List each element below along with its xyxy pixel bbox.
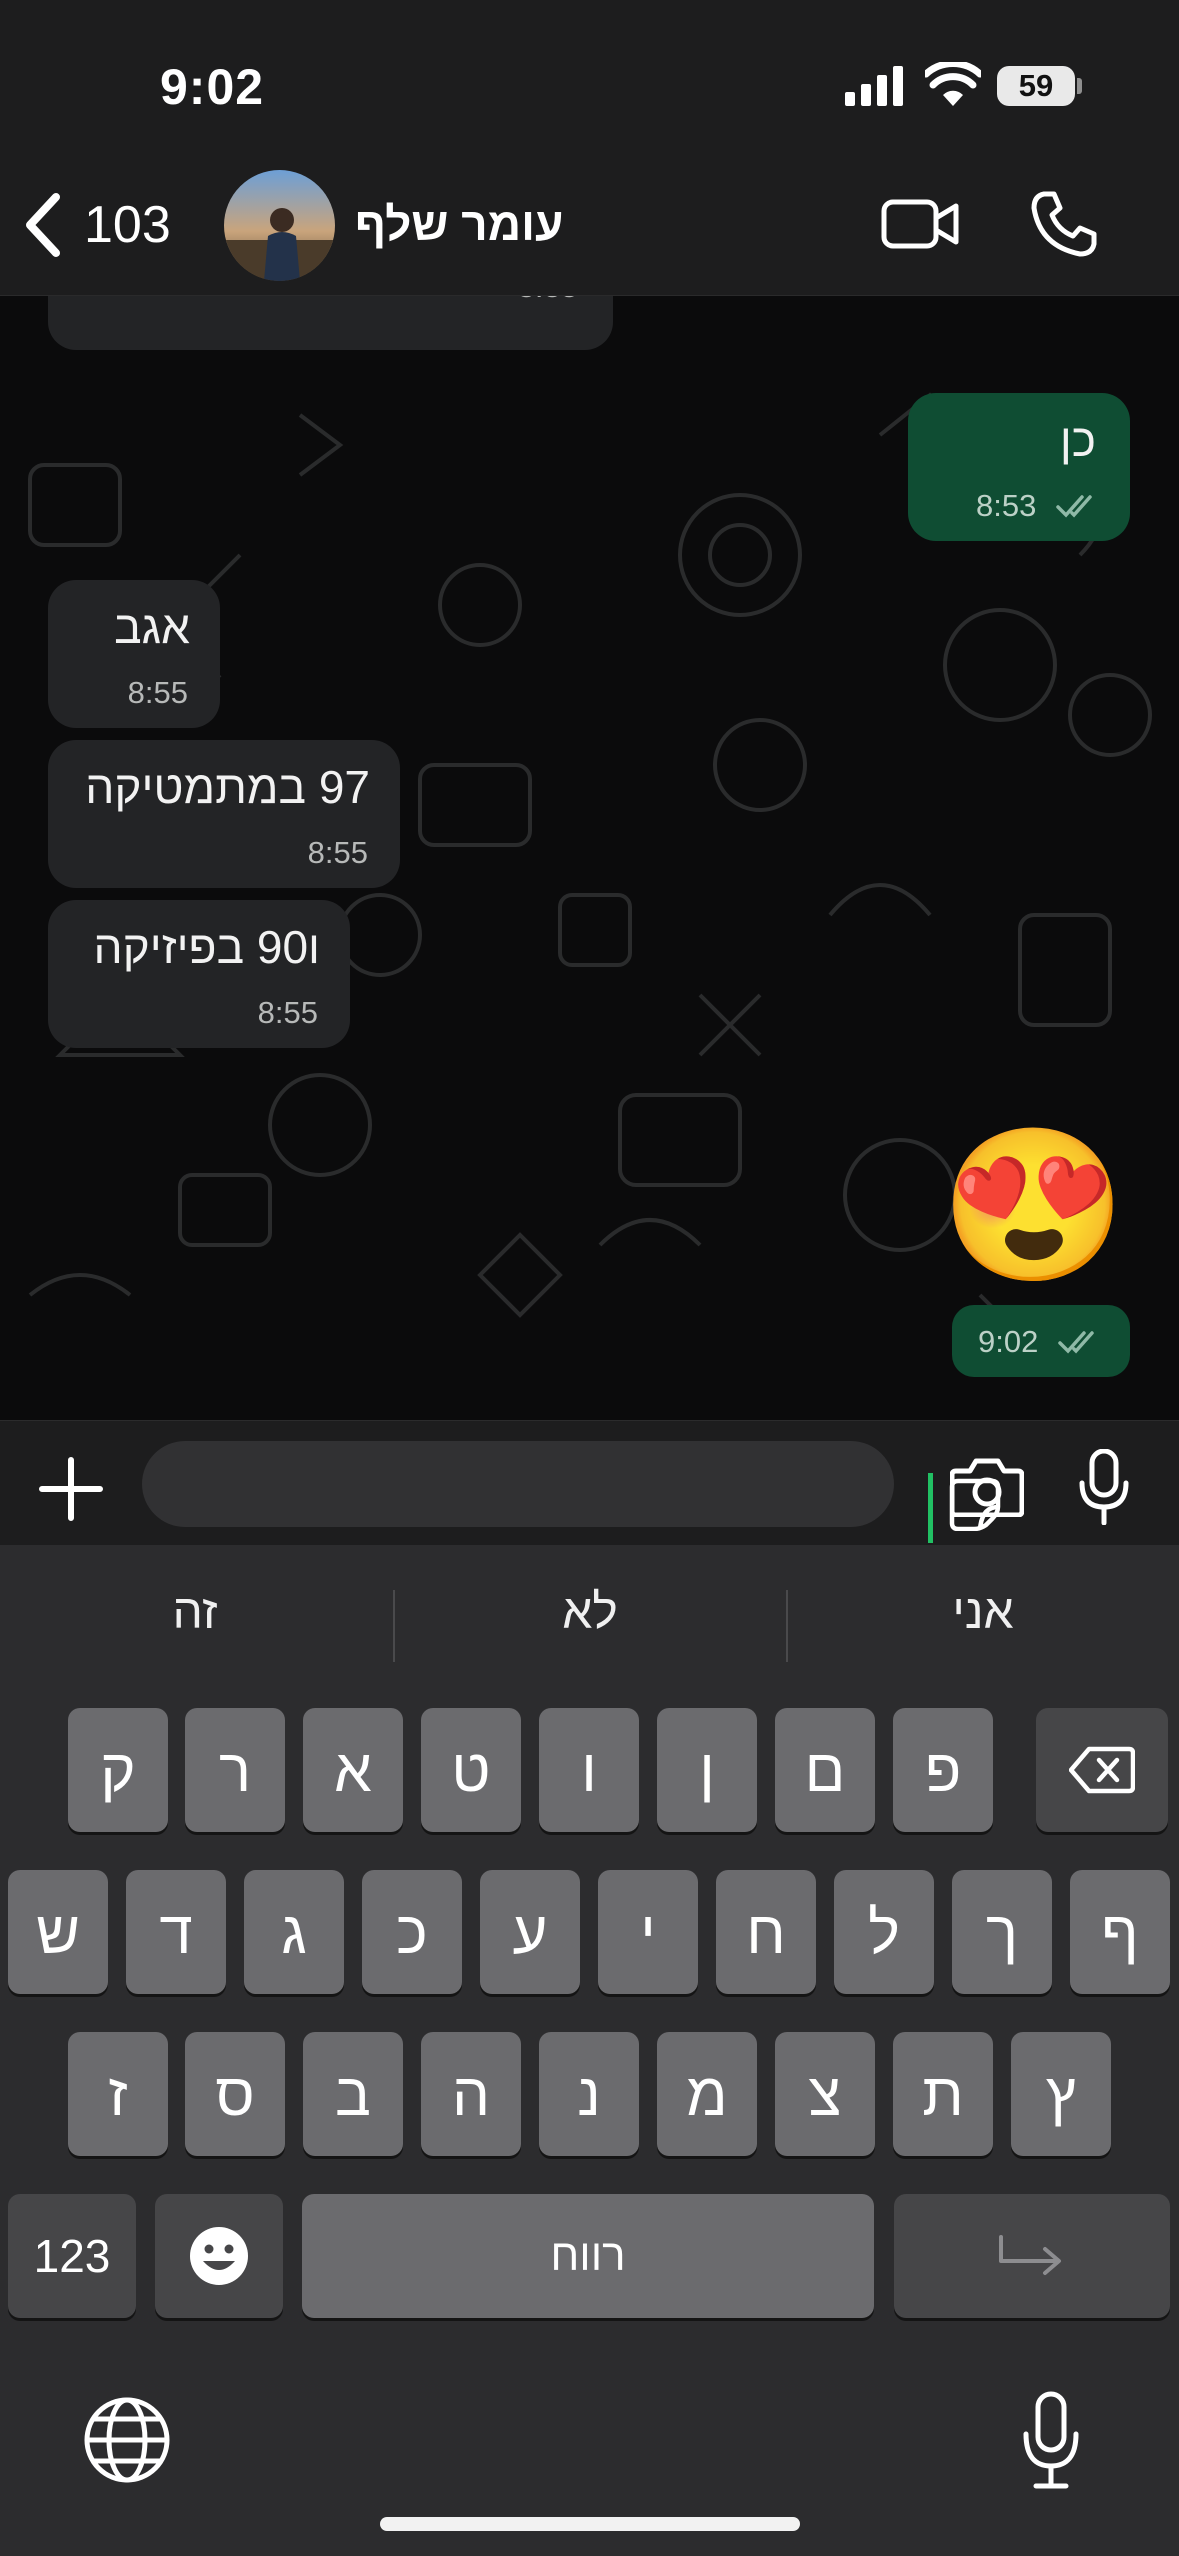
plus-icon[interactable]	[38, 1456, 104, 1522]
text-caret	[928, 1473, 933, 1543]
letter-key[interactable]: ל	[834, 1870, 934, 1994]
letter-key[interactable]: ג	[244, 1870, 344, 1994]
message-text: כן	[1059, 414, 1096, 466]
message-composer	[0, 1420, 1179, 1546]
battery-tip	[1077, 78, 1082, 94]
letter-key[interactable]: ז	[68, 2032, 168, 2156]
predictive-bar: זה לא אני	[0, 1545, 1179, 1705]
suggestion-1[interactable]: זה	[0, 1585, 390, 1640]
contact-name[interactable]: עומר שלף	[355, 197, 563, 251]
message-time: 8:35	[518, 295, 578, 305]
camera-icon[interactable]	[950, 1457, 1024, 1517]
numbers-key[interactable]: 123	[8, 2194, 136, 2318]
letter-key[interactable]: ת	[893, 2032, 993, 2156]
letter-key[interactable]: מ	[657, 2032, 757, 2156]
letter-key[interactable]: נ	[539, 2032, 639, 2156]
cellular-signal-icon	[845, 66, 903, 106]
message-time: 8:55	[127, 675, 188, 710]
letter-key[interactable]: ב	[303, 2032, 403, 2156]
message-incoming[interactable]: 97 במתמטיקה 8:55	[48, 740, 400, 888]
message-incoming[interactable]: ו90 בפיזיקה 8:55	[48, 900, 350, 1048]
letter-key[interactable]: פ	[893, 1708, 993, 1832]
video-camera-icon[interactable]	[880, 192, 960, 256]
suggestion-2[interactable]: לא	[395, 1585, 785, 1640]
letter-key[interactable]: א	[303, 1708, 403, 1832]
letter-key[interactable]: ח	[716, 1870, 816, 1994]
letter-key[interactable]: ע	[480, 1870, 580, 1994]
letter-key[interactable]: ץ	[1011, 2032, 1111, 2156]
message-time: 9:02	[978, 1324, 1039, 1359]
dictation-icon[interactable]	[1020, 2390, 1082, 2490]
letter-key[interactable]: ק	[68, 1708, 168, 1832]
emoji-key[interactable]	[155, 2194, 283, 2318]
emoji-icon	[190, 2227, 248, 2285]
letter-key[interactable]: ט	[421, 1708, 521, 1832]
message-time: 8:55	[257, 995, 318, 1030]
message-time: 8:55	[307, 835, 368, 870]
letter-key[interactable]: י	[598, 1870, 698, 1994]
contact-avatar[interactable]	[224, 170, 335, 281]
message-time: 8:53	[976, 488, 1037, 523]
keyboard: זה לא אני 123 רווח קראטוןםפ שדגכעיחלךף זסב…	[0, 1545, 1179, 2556]
space-key[interactable]: רווח	[302, 2194, 874, 2318]
return-key[interactable]	[894, 2194, 1170, 2318]
letter-key[interactable]: ש	[8, 1870, 108, 1994]
message-list[interactable]: 8:35 כן 8:53 אגב 8:55 97 במתמטיקה 8:55 ו…	[0, 295, 1179, 1420]
message-text: אגב	[114, 601, 190, 653]
letter-key[interactable]: ם	[775, 1708, 875, 1832]
microphone-icon[interactable]	[1078, 1449, 1130, 1525]
letter-key[interactable]: ד	[126, 1870, 226, 1994]
wifi-icon	[925, 62, 981, 106]
chat-header: 9:02 59 103 עומר שלף	[0, 0, 1179, 296]
letter-key[interactable]: ף	[1070, 1870, 1170, 1994]
letter-key[interactable]: ה	[421, 2032, 521, 2156]
chevron-left-icon	[26, 193, 60, 257]
letter-key[interactable]: כ	[362, 1870, 462, 1994]
letter-key[interactable]: ך	[952, 1870, 1052, 1994]
letter-key[interactable]: ר	[185, 1708, 285, 1832]
status-time: 9:02	[160, 59, 265, 115]
emoji-heart-eyes: 😍	[940, 1121, 1127, 1289]
message-incoming[interactable]: אגב 8:55	[48, 580, 220, 728]
message-outgoing[interactable]: כן 8:53	[908, 393, 1130, 541]
message-text: ו90 בפיזיקה	[93, 921, 320, 973]
letter-key[interactable]: ו	[539, 1708, 639, 1832]
letter-key[interactable]: ן	[657, 1708, 757, 1832]
backspace-icon	[1069, 1746, 1135, 1794]
read-ticks-icon	[1058, 1331, 1094, 1354]
letter-key[interactable]: צ	[775, 2032, 875, 2156]
message-time-pill: 9:02	[952, 1305, 1130, 1377]
message-text: 97 במתמטיקה	[85, 761, 370, 813]
backspace-key[interactable]	[1036, 1708, 1168, 1832]
emoji-message[interactable]: 😍	[940, 1115, 1127, 1295]
letter-key[interactable]: ס	[185, 2032, 285, 2156]
home-indicator	[380, 2517, 800, 2531]
message-incoming[interactable]: 8:35	[48, 295, 613, 350]
message-input[interactable]	[142, 1441, 1001, 1543]
phone-icon[interactable]	[1030, 190, 1098, 258]
globe-icon[interactable]	[82, 2395, 172, 2485]
unread-count: 103	[84, 196, 171, 254]
suggestion-3[interactable]: אני	[788, 1585, 1178, 1640]
back-button[interactable]: 103	[22, 190, 192, 260]
return-icon	[999, 2235, 1061, 2275]
battery-indicator: 59	[997, 66, 1075, 106]
read-ticks-icon	[1056, 495, 1092, 518]
